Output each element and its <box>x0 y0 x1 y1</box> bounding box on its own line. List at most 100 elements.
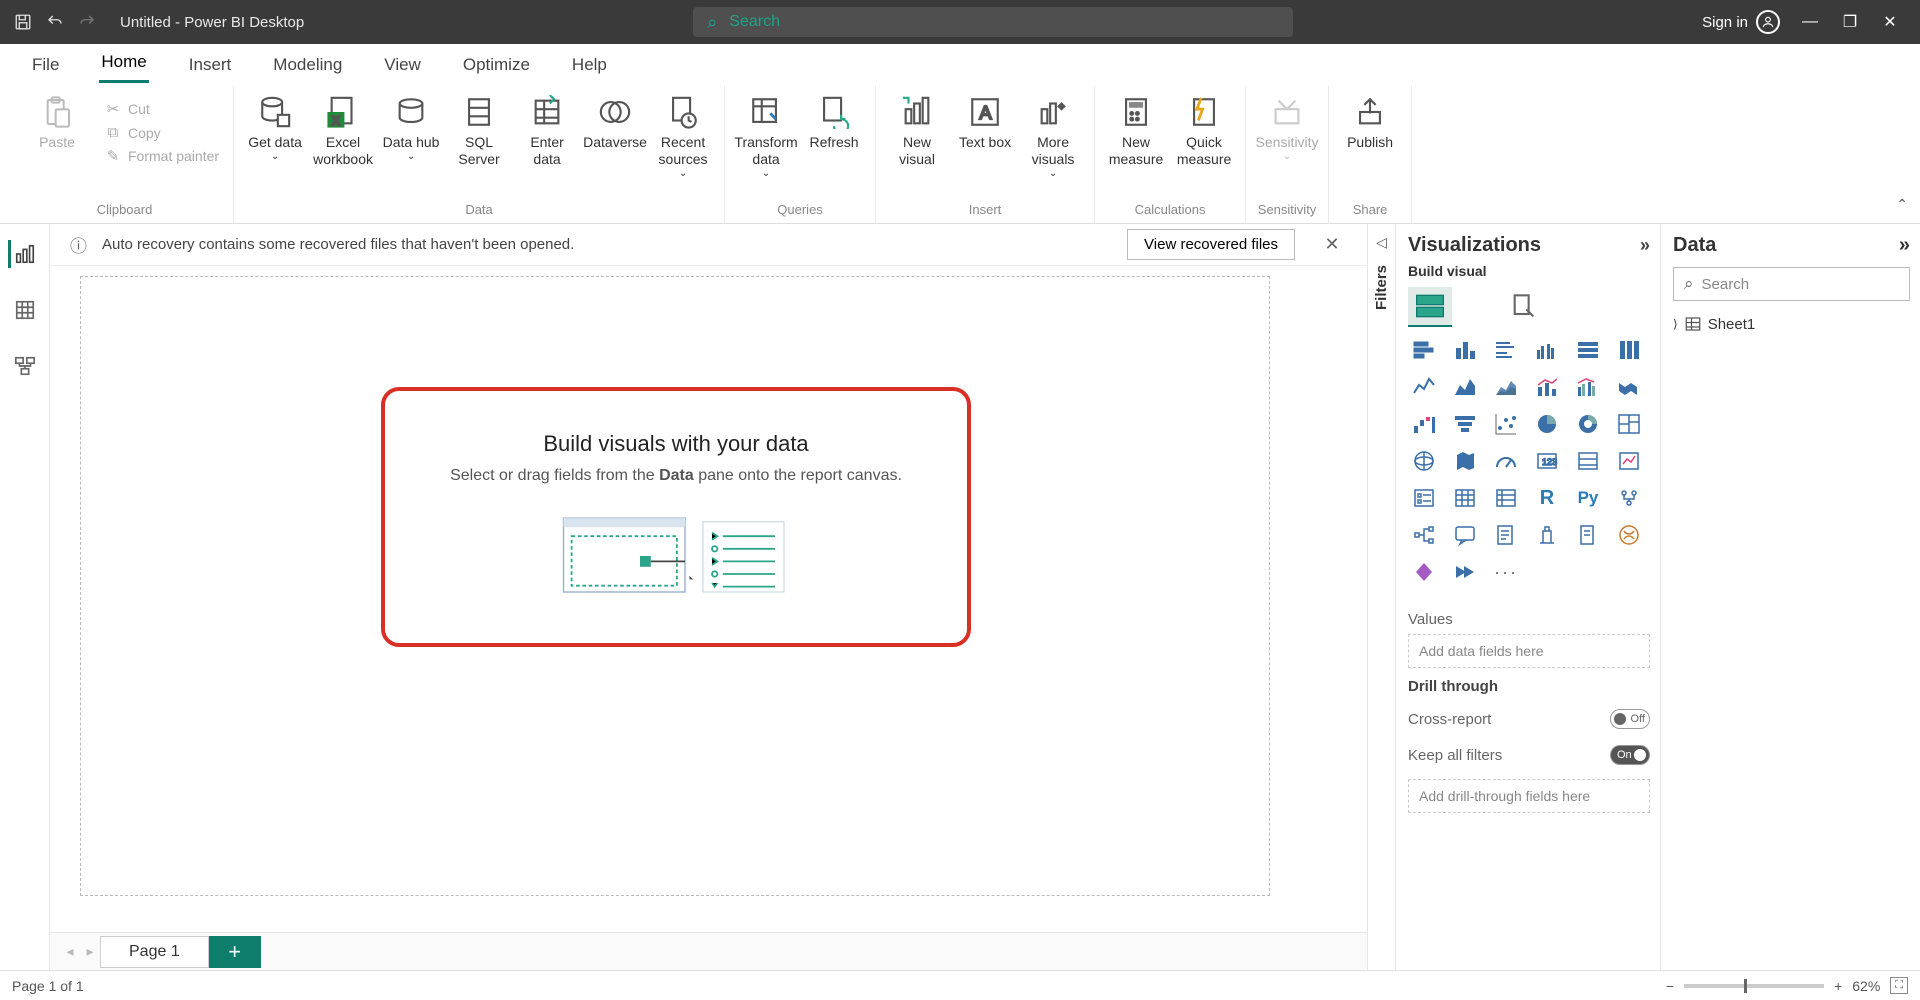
text-box-button[interactable]: AText box <box>954 92 1016 153</box>
excel-workbook-button[interactable]: XExcel workbook <box>312 92 374 170</box>
viz-clustered-bar[interactable] <box>1490 335 1522 365</box>
viz-filled-map[interactable] <box>1449 446 1481 476</box>
sql-server-button[interactable]: SQL Server <box>448 92 510 170</box>
viz-powerapp[interactable] <box>1408 557 1440 587</box>
menu-insert[interactable]: Insert <box>187 47 234 83</box>
add-page-button[interactable]: + <box>209 936 261 968</box>
build-visual-tab[interactable] <box>1408 287 1452 327</box>
viz-pie[interactable] <box>1531 409 1563 439</box>
data-view-button[interactable] <box>11 296 39 324</box>
viz-qa[interactable] <box>1449 520 1481 550</box>
view-recovered-files-button[interactable]: View recovered files <box>1127 229 1295 260</box>
viz-paginated[interactable] <box>1572 520 1604 550</box>
canvas-scroll[interactable]: Build visuals with your data Select or d… <box>50 266 1367 932</box>
fit-page-button[interactable]: ⛶ <box>1890 977 1908 994</box>
filters-pane-collapsed[interactable]: ◁ Filters <box>1367 224 1395 970</box>
viz-key-influencers[interactable] <box>1613 483 1645 513</box>
report-canvas[interactable]: Build visuals with your data Select or d… <box>80 276 1270 896</box>
viz-py[interactable]: Py <box>1572 483 1604 513</box>
more-visuals-button[interactable]: More visuals⌄ <box>1022 92 1084 181</box>
sensitivity-button[interactable]: Sensitivity⌄ <box>1256 92 1318 164</box>
minimize-button[interactable]: — <box>1800 12 1820 32</box>
viz-decomposition[interactable] <box>1408 520 1440 550</box>
collapse-data-button[interactable]: » <box>1899 234 1910 257</box>
sign-in-button[interactable]: Sign in <box>1702 10 1780 34</box>
viz-funnel[interactable] <box>1449 409 1481 439</box>
values-drop[interactable]: Add data fields here <box>1408 634 1650 668</box>
viz-100-col[interactable] <box>1613 335 1645 365</box>
expand-filters-icon[interactable]: ◁ <box>1376 234 1387 251</box>
keep-filters-toggle[interactable]: On <box>1610 745 1650 765</box>
table-sheet1[interactable]: ⟩ Sheet1 <box>1673 315 1910 333</box>
viz-treemap[interactable] <box>1613 409 1645 439</box>
viz-donut[interactable] <box>1572 409 1604 439</box>
zoom-in-button[interactable]: + <box>1834 978 1842 994</box>
viz-multi-card[interactable] <box>1572 446 1604 476</box>
report-view-button[interactable] <box>8 240 36 268</box>
viz-map[interactable] <box>1408 446 1440 476</box>
tab-next-button[interactable]: ▸ <box>80 943 100 960</box>
viz-narrative[interactable] <box>1490 520 1522 550</box>
viz-automate[interactable] <box>1449 557 1481 587</box>
notice-close-button[interactable]: ✕ <box>1317 234 1347 255</box>
search-input[interactable]: ⌕ Search <box>693 7 1293 37</box>
viz-ribbon[interactable] <box>1613 372 1645 402</box>
viz-100-bar[interactable] <box>1572 335 1604 365</box>
transform-data-button[interactable]: Transform data⌄ <box>735 92 797 181</box>
tab-prev-button[interactable]: ◂ <box>60 943 80 960</box>
zoom-out-button[interactable]: − <box>1666 978 1674 994</box>
copy-button[interactable]: ⧉Copy <box>100 122 165 143</box>
refresh-button[interactable]: Refresh <box>803 92 865 153</box>
recent-sources-button[interactable]: Recent sources⌄ <box>652 92 714 181</box>
viz-line[interactable] <box>1408 372 1440 402</box>
viz-stacked-bar[interactable] <box>1408 335 1440 365</box>
data-hub-button[interactable]: Data hub⌄ <box>380 92 442 164</box>
close-button[interactable]: ✕ <box>1880 12 1900 32</box>
publish-button[interactable]: Publish <box>1339 92 1401 153</box>
model-view-button[interactable] <box>11 352 39 380</box>
menu-modeling[interactable]: Modeling <box>271 47 344 83</box>
viz-matrix[interactable] <box>1490 483 1522 513</box>
quick-measure-button[interactable]: Quick measure <box>1173 92 1235 170</box>
menu-view[interactable]: View <box>382 47 423 83</box>
viz-scatter[interactable] <box>1490 409 1522 439</box>
viz-arcgis[interactable] <box>1613 520 1645 550</box>
maximize-button[interactable]: ❐ <box>1840 12 1860 32</box>
menu-optimize[interactable]: Optimize <box>461 47 532 83</box>
format-visual-tab[interactable] <box>1502 287 1546 327</box>
viz-gauge[interactable] <box>1490 446 1522 476</box>
tab-page-1[interactable]: Page 1 <box>100 936 209 968</box>
cut-button[interactable]: ✂Cut <box>100 98 154 120</box>
viz-more[interactable]: ··· <box>1490 557 1522 587</box>
paste-button[interactable]: Paste <box>26 92 88 153</box>
viz-table[interactable] <box>1449 483 1481 513</box>
viz-card[interactable]: 123 <box>1531 446 1563 476</box>
new-visual-button[interactable]: New visual <box>886 92 948 170</box>
viz-r[interactable]: R <box>1531 483 1563 513</box>
cross-report-toggle[interactable]: Off <box>1610 709 1650 729</box>
viz-line-clustered-col[interactable] <box>1572 372 1604 402</box>
save-icon[interactable] <box>10 9 36 35</box>
viz-stacked-col[interactable] <box>1449 335 1481 365</box>
redo-icon[interactable] <box>74 9 100 35</box>
collapse-ribbon-button[interactable]: ⌃ <box>1896 196 1908 213</box>
undo-icon[interactable] <box>42 9 68 35</box>
new-measure-button[interactable]: New measure <box>1105 92 1167 170</box>
data-search-input[interactable]: ⌕Search <box>1673 267 1910 301</box>
enter-data-button[interactable]: Enter data <box>516 92 578 170</box>
viz-stacked-area[interactable] <box>1490 372 1522 402</box>
zoom-slider[interactable] <box>1684 984 1824 988</box>
viz-line-stacked-col[interactable] <box>1531 372 1563 402</box>
viz-clustered-col[interactable] <box>1531 335 1563 365</box>
collapse-viz-button[interactable]: » <box>1640 235 1650 256</box>
dataverse-button[interactable]: Dataverse <box>584 92 646 153</box>
viz-slicer[interactable] <box>1408 483 1440 513</box>
drillthrough-drop[interactable]: Add drill-through fields here <box>1408 779 1650 813</box>
format-painter-button[interactable]: ✎Format painter <box>100 145 223 167</box>
viz-goals[interactable] <box>1531 520 1563 550</box>
menu-home[interactable]: Home <box>99 44 148 83</box>
viz-waterfall[interactable] <box>1408 409 1440 439</box>
viz-area[interactable] <box>1449 372 1481 402</box>
menu-help[interactable]: Help <box>570 47 609 83</box>
get-data-button[interactable]: Get data⌄ <box>244 92 306 164</box>
